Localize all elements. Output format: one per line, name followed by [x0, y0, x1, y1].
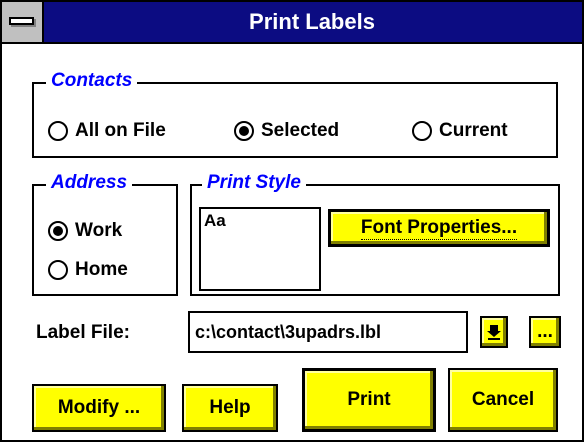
radio-all-on-file-label: All on File [75, 120, 166, 141]
radio-current[interactable]: Current [412, 118, 508, 144]
system-menu-button[interactable] [2, 2, 44, 42]
print-button-label: Print [347, 389, 391, 410]
radio-home-label: Home [75, 259, 128, 280]
label-file-label: Label File: [36, 322, 130, 343]
dialog-body: Contacts All on File Selected Current Ad… [2, 44, 582, 440]
radio-home-indicator [48, 260, 68, 280]
print-style-group-label: Print Style [202, 172, 306, 194]
radio-work-indicator [48, 221, 68, 241]
title-bar: Print Labels [2, 2, 582, 44]
modify-button-label: Modify ... [57, 397, 141, 418]
cancel-button[interactable]: Cancel [448, 368, 558, 432]
radio-selected-indicator [234, 121, 254, 141]
contacts-group: Contacts All on File Selected Current [32, 70, 558, 158]
help-button[interactable]: Help [182, 384, 278, 432]
label-file-input[interactable]: c:\contact\3upadrs.lbl [188, 311, 468, 353]
print-style-group: Print Style Aa Font Properties... [190, 172, 560, 296]
radio-selected[interactable]: Selected [234, 118, 339, 144]
radio-home[interactable]: Home [48, 257, 128, 283]
address-group: Address Work Home [32, 172, 178, 296]
font-properties-button-label: Font Properties... [360, 216, 518, 240]
print-labels-window: Print Labels Contacts All on File Select… [0, 0, 584, 442]
radio-selected-label: Selected [261, 120, 340, 141]
contacts-group-label: Contacts [46, 70, 138, 92]
address-group-label: Address [46, 172, 133, 194]
radio-current-label: Current [439, 120, 508, 141]
radio-all-on-file-indicator [48, 121, 68, 141]
system-menu-icon [9, 17, 34, 25]
radio-work[interactable]: Work [48, 218, 122, 244]
cancel-button-label: Cancel [471, 389, 535, 410]
help-button-label: Help [209, 397, 251, 418]
radio-current-indicator [412, 121, 432, 141]
radio-work-label: Work [75, 220, 123, 241]
radio-all-on-file[interactable]: All on File [48, 118, 166, 144]
browse-button[interactable]: ... [529, 316, 561, 348]
font-preview: Aa [199, 207, 321, 291]
font-properties-button[interactable]: Font Properties... [328, 209, 550, 247]
browse-button-label: ... [537, 321, 553, 342]
label-file-dropdown-button[interactable] [480, 316, 508, 348]
down-arrow-icon [487, 325, 501, 340]
print-button[interactable]: Print [302, 368, 436, 432]
modify-button[interactable]: Modify ... [32, 384, 166, 432]
window-title: Print Labels [249, 9, 375, 34]
